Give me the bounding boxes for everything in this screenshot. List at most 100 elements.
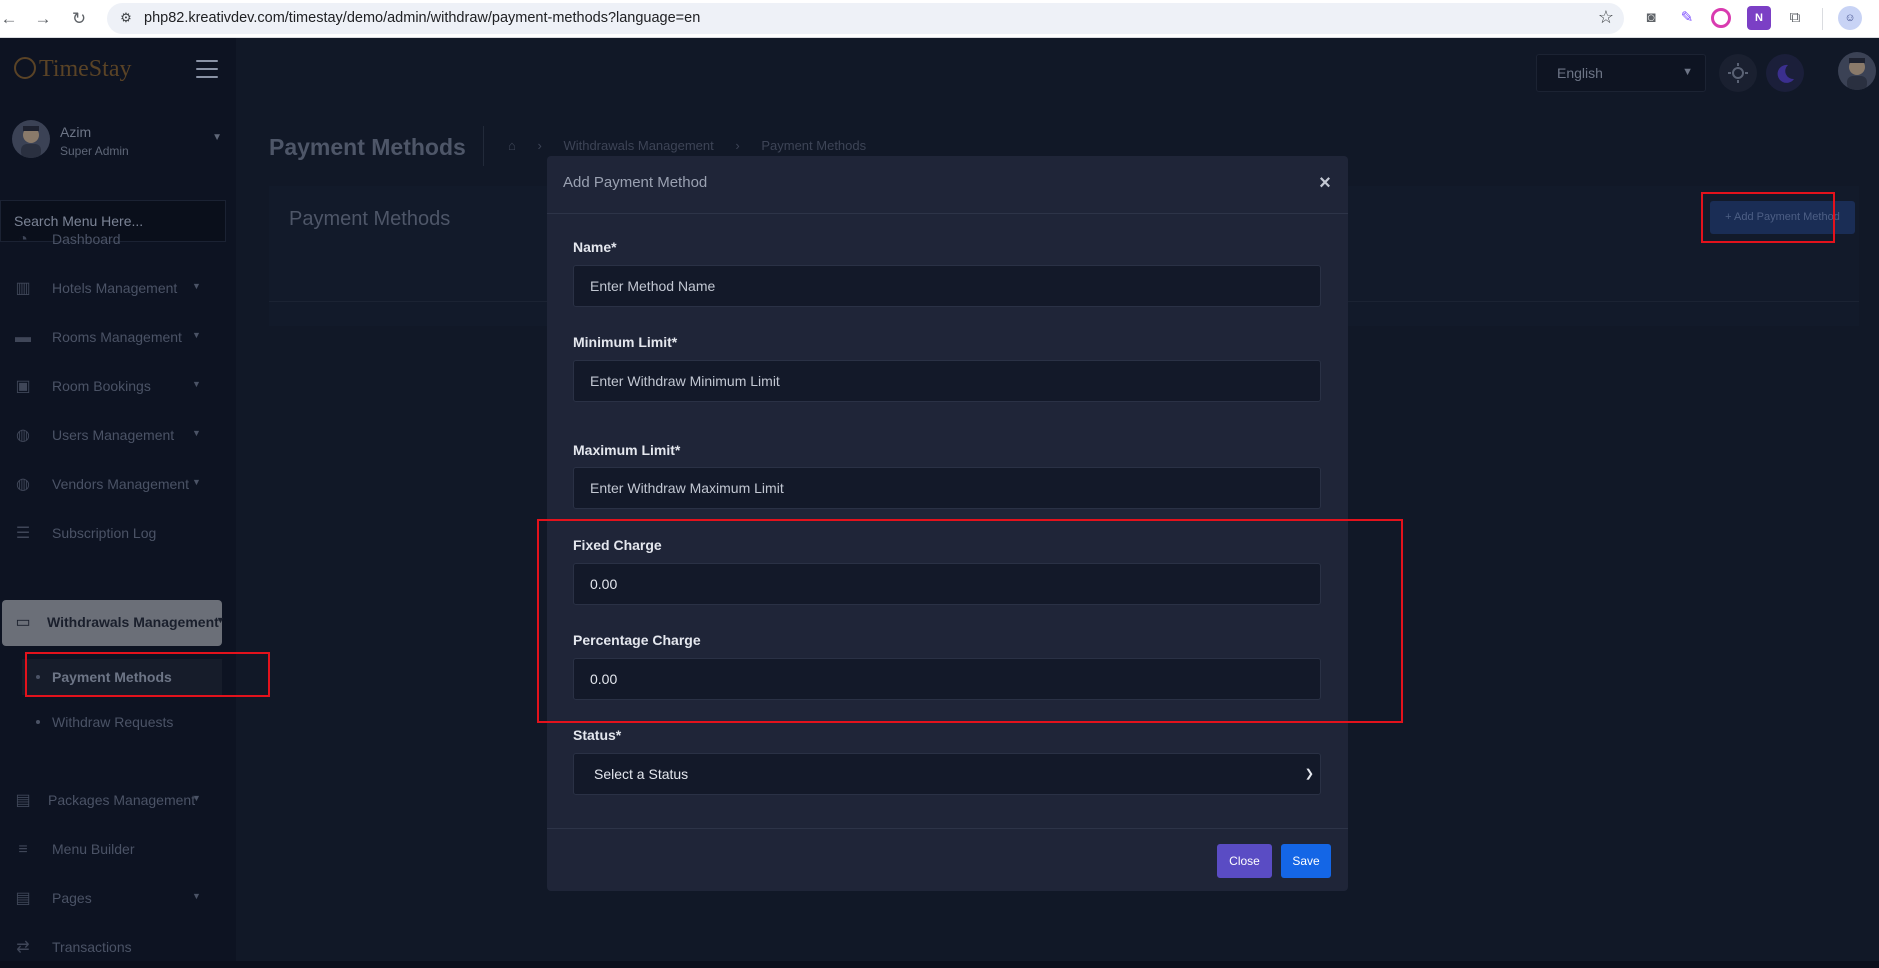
credit-card-icon: ▭ <box>15 614 31 631</box>
maximum-limit-label: Maximum Limit* <box>573 442 681 458</box>
modal-footer-divider <box>547 828 1348 829</box>
annotation-box-payment-methods <box>25 652 270 697</box>
reload-icon[interactable]: ↻ <box>66 6 92 32</box>
breadcrumb: ⌂ › Withdrawals Management › Payment Met… <box>508 138 884 153</box>
avatar <box>12 120 50 158</box>
breadcrumb-item: Payment Methods <box>761 138 867 153</box>
maximum-limit-field[interactable] <box>573 467 1321 509</box>
chevron-down-icon: ▼ <box>192 379 201 389</box>
back-icon[interactable]: ← <box>0 6 22 32</box>
chevron-down-icon: ▼ <box>192 330 201 340</box>
sidebar-item-label: Vendors Management <box>52 476 189 492</box>
color-extension-icon[interactable] <box>1711 8 1731 28</box>
profile-name: Azim <box>60 124 92 140</box>
sidebar-item-dashboard[interactable]: ◔ Dashboard <box>0 220 226 260</box>
sidebar-subitem-label: Withdraw Requests <box>52 714 174 730</box>
modal-header: Add Payment Method × <box>547 156 1348 214</box>
building-icon: ▥ <box>15 280 31 297</box>
status-select-value: Select a Status <box>594 766 689 782</box>
browser-profile-icon[interactable]: ☺ <box>1838 6 1862 30</box>
sidebar-item-packages[interactable]: ▤ Packages Management ▼ <box>0 781 226 821</box>
chevron-down-icon: ▼ <box>192 891 201 901</box>
url-text[interactable]: php82.kreativdev.com/timestay/demo/admin… <box>144 10 700 26</box>
breadcrumb-separator-icon: › <box>735 138 740 153</box>
header-avatar[interactable] <box>1838 52 1876 90</box>
sidebar-item-label: Subscription Log <box>52 525 157 541</box>
bullet-icon <box>36 720 40 724</box>
breadcrumb-item[interactable]: Withdrawals Management <box>563 138 713 153</box>
close-icon[interactable]: × <box>1315 172 1335 194</box>
sidebar-item-label: Packages Management <box>48 792 196 808</box>
breadcrumb-separator-icon: › <box>537 138 542 153</box>
close-button[interactable]: Close <box>1217 844 1272 878</box>
sidebar-item-hotels[interactable]: ▥ Hotels Management ▼ <box>0 269 226 309</box>
sidebar-item-label: Hotels Management <box>52 280 178 296</box>
maximum-limit-input[interactable] <box>574 468 1320 508</box>
sidebar-item-menu-builder[interactable]: ≡ Menu Builder <box>0 830 226 870</box>
name-input[interactable] <box>574 266 1320 306</box>
language-select[interactable]: English ▼ <box>1536 54 1706 92</box>
card-title: Payment Methods <box>289 208 451 230</box>
sidebar-item-label: Room Bookings <box>52 378 151 394</box>
bed-icon: ▬ <box>15 329 31 346</box>
sidebar-item-label: Users Management <box>52 427 175 443</box>
chevron-down-icon[interactable]: ▼ <box>212 132 222 143</box>
hamburger-menu-icon[interactable] <box>196 60 218 78</box>
clock-logo-icon <box>14 57 36 80</box>
puzzle-extensions-icon[interactable]: ⧉ <box>1783 6 1807 30</box>
title-divider <box>483 126 484 166</box>
list-icon: ☰ <box>15 525 31 542</box>
sidebar-item-label: Menu Builder <box>52 841 135 857</box>
sidebar: TimeStay Azim Super Admin ▼ ◔ Dashboard … <box>0 38 236 961</box>
status-label: Status* <box>573 727 622 743</box>
name-label: Name* <box>573 239 617 255</box>
bookmark-star-icon[interactable]: ☆ <box>1598 7 1614 28</box>
note-extension-icon[interactable]: N <box>1747 6 1771 30</box>
language-select-value: English <box>1557 65 1603 81</box>
browser-toolbar: ← → ↻ ⚙ php82.kreativdev.com/timestay/de… <box>0 0 1879 38</box>
calendar-check-icon: ▣ <box>15 378 31 395</box>
theme-light-button[interactable] <box>1719 54 1757 92</box>
user-profile[interactable]: Azim Super Admin ▼ <box>12 120 222 168</box>
bars-icon: ≡ <box>18 841 28 858</box>
status-select[interactable]: Select a Status ❯ <box>573 753 1321 795</box>
sidebar-item-subscription-log[interactable]: ☰ Subscription Log <box>0 514 226 554</box>
brand-logo[interactable]: TimeStay <box>14 56 131 83</box>
toolbar-divider <box>1822 8 1823 30</box>
address-bar[interactable]: ⚙ php82.kreativdev.com/timestay/demo/adm… <box>107 3 1624 34</box>
profile-role: Super Admin <box>60 144 129 158</box>
sidebar-item-transactions[interactable]: ⇄ Transactions <box>0 928 226 968</box>
minimum-limit-field[interactable] <box>573 360 1321 402</box>
minimum-limit-label: Minimum Limit* <box>573 334 678 350</box>
forward-icon[interactable]: → <box>30 6 56 32</box>
theme-dark-button[interactable] <box>1766 54 1804 92</box>
vendors-icon: ◍ <box>16 476 30 493</box>
sidebar-subitem-withdraw-requests[interactable]: Withdraw Requests <box>22 704 222 740</box>
pen-extension-icon[interactable]: ✎ <box>1675 6 1699 30</box>
sidebar-item-room-bookings[interactable]: ▣ Room Bookings ▼ <box>0 367 226 407</box>
sidebar-item-vendors[interactable]: ◍ Vendors Management ▼ <box>0 465 226 505</box>
annotation-box-add-button <box>1701 192 1835 243</box>
camera-icon[interactable]: ◙ <box>1639 6 1663 30</box>
annotation-box-charges <box>537 519 1403 723</box>
moon-icon <box>1777 64 1794 83</box>
save-button[interactable]: Save <box>1281 844 1331 878</box>
sidebar-item-label: Pages <box>52 890 92 906</box>
exchange-icon: ⇄ <box>16 939 30 956</box>
sidebar-item-pages[interactable]: ▤ Pages ▼ <box>0 879 226 919</box>
chevron-down-icon: ▼ <box>1682 66 1693 78</box>
site-settings-icon[interactable]: ⚙ <box>117 9 135 27</box>
sidebar-item-label: Rooms Management <box>52 329 182 345</box>
modal-title: Add Payment Method <box>563 174 708 191</box>
chevron-down-icon: ❯ <box>1304 768 1314 780</box>
sun-icon <box>1728 63 1748 83</box>
name-field[interactable] <box>573 265 1321 307</box>
home-icon[interactable]: ⌂ <box>508 138 516 153</box>
sidebar-item-users[interactable]: ◍ Users Management ▼ <box>0 416 226 456</box>
users-icon: ◍ <box>16 427 30 444</box>
sidebar-item-label: Withdrawals Management <box>47 614 219 630</box>
sidebar-item-rooms[interactable]: ▬ Rooms Management ▼ <box>0 318 226 358</box>
chevron-down-icon: ▼ <box>192 477 201 487</box>
minimum-limit-input[interactable] <box>574 361 1320 401</box>
sidebar-item-withdrawals[interactable]: ▭ Withdrawals Management ▼ <box>2 600 225 646</box>
